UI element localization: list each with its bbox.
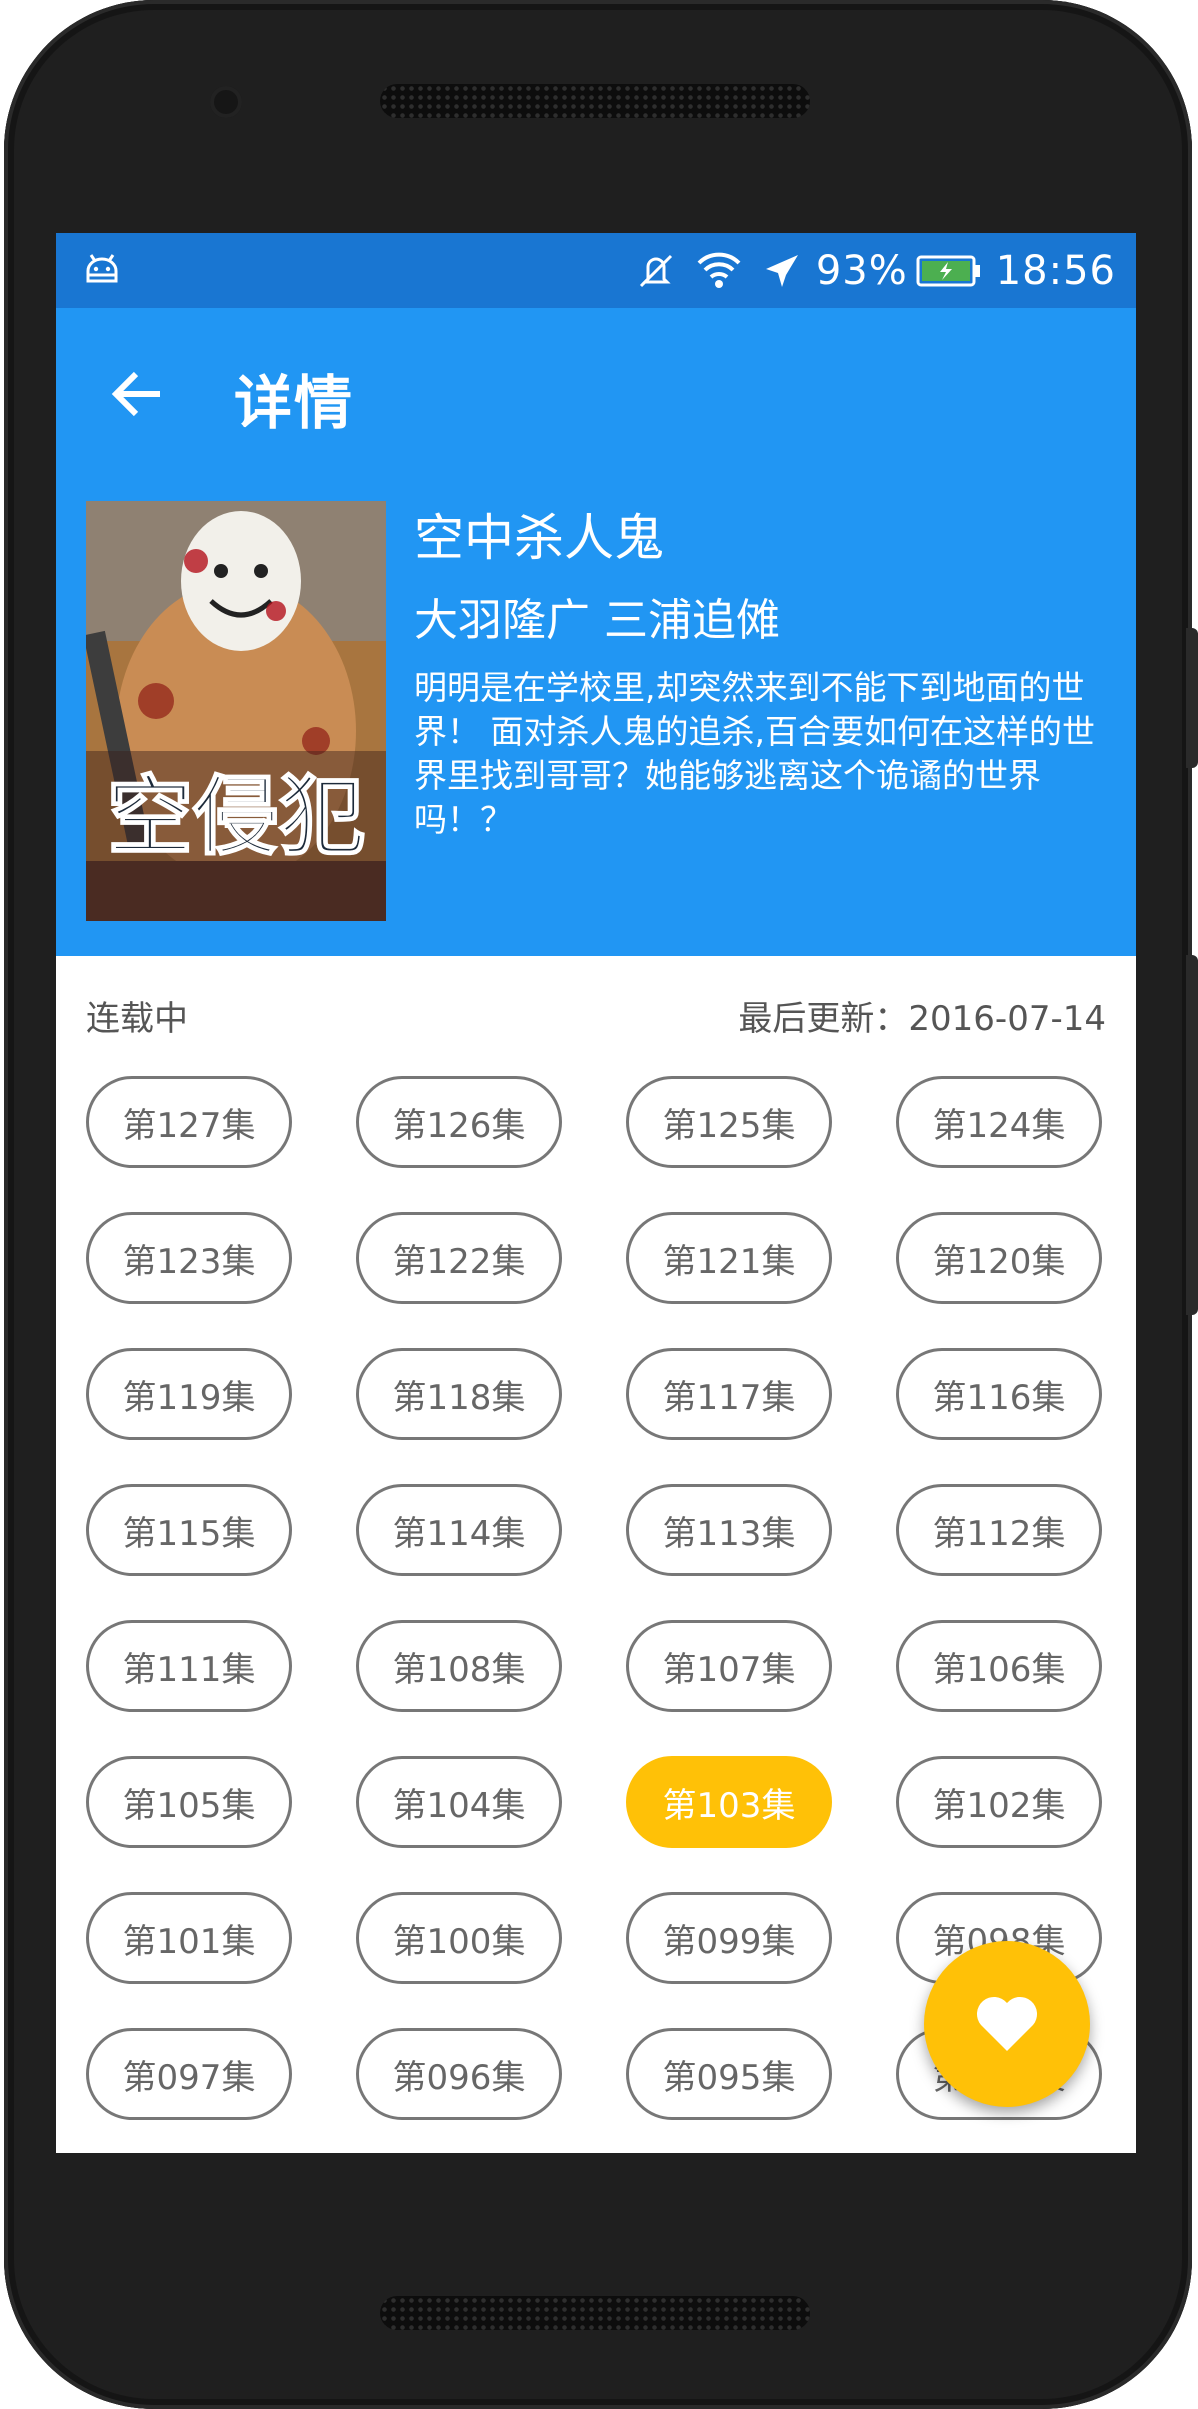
book-title: 空中杀人鬼 — [414, 509, 664, 567]
battery-icon — [916, 253, 982, 289]
book-cover: 空侵犯 — [86, 501, 386, 921]
status-icons: 93% 18:56 — [616, 233, 1116, 308]
chapter-button[interactable]: 第122集 — [356, 1212, 562, 1304]
meta-row: 连载中 最后更新：2016-07-14 — [56, 956, 1136, 1066]
clock: 18:56 — [995, 247, 1116, 294]
chapter-button[interactable]: 第118集 — [356, 1348, 562, 1440]
chapter-button[interactable]: 第115集 — [86, 1484, 292, 1576]
airplane-icon — [762, 251, 802, 291]
chapter-button[interactable]: 第124集 — [896, 1076, 1102, 1168]
chapter-button[interactable]: 第111集 — [86, 1620, 292, 1712]
chapter-button[interactable]: 第114集 — [356, 1484, 562, 1576]
chapter-button[interactable]: 第103集 — [626, 1756, 832, 1848]
chapter-button[interactable]: 第119集 — [86, 1348, 292, 1440]
serial-status: 连载中 — [86, 999, 188, 1039]
chapter-button[interactable]: 第105集 — [86, 1756, 292, 1848]
screen: 93% 18:56 详情 空侵犯 空中杀人鬼 大羽隆广 三浦追傩 明明是在学校里… — [56, 233, 1136, 2153]
back-arrow-icon[interactable] — [108, 364, 168, 424]
phone-frame: 93% 18:56 详情 空侵犯 空中杀人鬼 大羽隆广 三浦追傩 明明是在学校里… — [0, 0, 1198, 2409]
app-bar: 详情 — [56, 308, 1136, 476]
chapter-button[interactable]: 第126集 — [356, 1076, 562, 1168]
mute-icon — [636, 251, 676, 291]
front-camera — [210, 86, 242, 118]
chapter-button[interactable]: 第107集 — [626, 1620, 832, 1712]
volume-button — [1186, 628, 1198, 768]
top-speaker — [380, 84, 810, 118]
battery-percent: 93% — [815, 247, 908, 294]
chapter-button[interactable]: 第102集 — [896, 1756, 1102, 1848]
book-header: 空侵犯 空中杀人鬼 大羽隆广 三浦追傩 明明是在学校里,却突然来到不能下到地面的… — [56, 476, 1136, 956]
chapter-button[interactable]: 第100集 — [356, 1892, 562, 1984]
bottom-speaker — [380, 2296, 810, 2330]
chapter-button[interactable]: 第097集 — [86, 2028, 292, 2120]
status-bar: 93% 18:56 — [56, 233, 1136, 308]
last-update: 最后更新：2016-07-14 — [738, 999, 1106, 1039]
book-description: 明明是在学校里,却突然来到不能下到地面的世界！ 面对杀人鬼的追杀,百合要如何在这… — [414, 668, 1095, 839]
book-author: 大羽隆广 三浦追傩 — [414, 595, 780, 646]
chapter-button[interactable]: 第125集 — [626, 1076, 832, 1168]
chapter-button[interactable]: 第113集 — [626, 1484, 832, 1576]
chapter-button[interactable]: 第127集 — [86, 1076, 292, 1168]
svg-text:空侵犯: 空侵犯 — [107, 767, 365, 867]
chapter-button[interactable]: 第120集 — [896, 1212, 1102, 1304]
chapter-button[interactable]: 第106集 — [896, 1620, 1102, 1712]
cover-art: 空侵犯 — [86, 501, 386, 921]
chapter-button[interactable]: 第116集 — [896, 1348, 1102, 1440]
chapter-button[interactable]: 第099集 — [626, 1892, 832, 1984]
chapter-button[interactable]: 第096集 — [356, 2028, 562, 2120]
page-title: 详情 — [234, 369, 355, 437]
favorite-fab[interactable] — [924, 1941, 1090, 2107]
chapter-button[interactable]: 第121集 — [626, 1212, 832, 1304]
chapter-button[interactable]: 第101集 — [86, 1892, 292, 1984]
android-debug-icon — [86, 254, 118, 283]
chapter-button[interactable]: 第117集 — [626, 1348, 832, 1440]
chapter-button[interactable]: 第095集 — [626, 2028, 832, 2120]
chapter-button[interactable]: 第112集 — [896, 1484, 1102, 1576]
chapter-button[interactable]: 第104集 — [356, 1756, 562, 1848]
power-button — [1186, 955, 1198, 1315]
heart-icon — [976, 1996, 1038, 2051]
chapter-button[interactable]: 第123集 — [86, 1212, 292, 1304]
chapter-button[interactable]: 第108集 — [356, 1620, 562, 1712]
wifi-icon — [696, 251, 742, 291]
